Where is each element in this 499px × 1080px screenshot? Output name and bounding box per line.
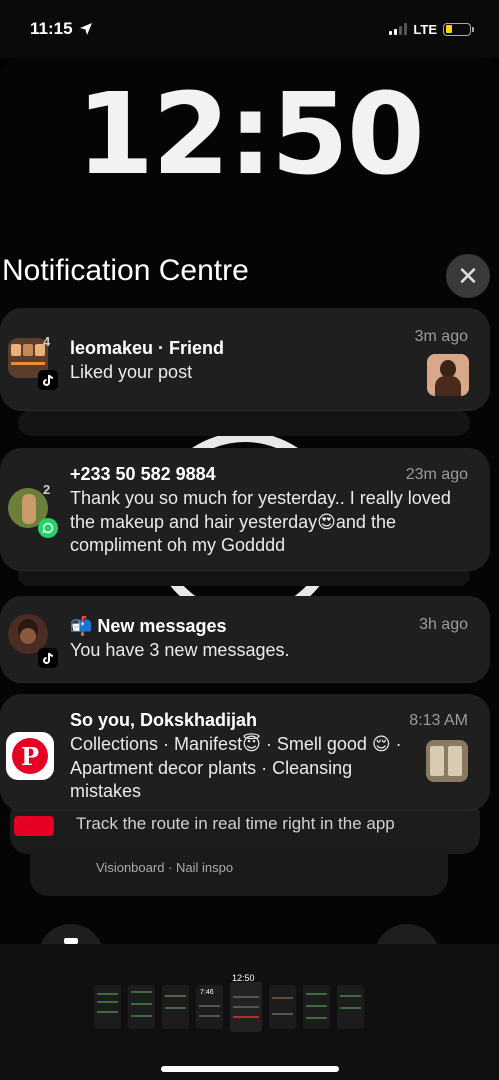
notification-card-tiktok[interactable]: 4 leomakeu · Friend Liked your post 3m a… xyxy=(0,308,490,410)
lock-screen: 12:50 Notification Centre ✕ 4 leomakeu ·… xyxy=(0,58,499,944)
location-arrow-icon xyxy=(79,23,92,35)
notification-body: Liked your post xyxy=(70,362,193,382)
notification-title: 📬 New messages xyxy=(70,616,227,636)
notification-body: Collections · Manifest😇 · Smell good 😌 ·… xyxy=(70,734,402,801)
signal-icon xyxy=(389,23,408,35)
screenshot-thumbnail[interactable] xyxy=(162,985,189,1029)
clear-notifications-button[interactable]: ✕ xyxy=(446,254,490,298)
status-indicators: LTE xyxy=(389,21,474,37)
pin-thumbnail xyxy=(426,740,468,782)
tiktok-icon xyxy=(38,370,58,390)
flashlight-button[interactable] xyxy=(38,924,104,944)
notification-card-pinterest[interactable]: P So you, Dokskhadijah Collections · Man… xyxy=(0,694,490,810)
notification-body: You have 3 new messages. xyxy=(70,640,290,660)
notification-time: 3m ago xyxy=(414,328,468,345)
stack-shadow xyxy=(18,410,470,436)
thumbnail-strip: 7:46 xyxy=(94,982,364,1032)
screenshot-thumbnail[interactable] xyxy=(269,985,296,1029)
status-bar: 11:15 LTE xyxy=(0,0,499,58)
camera-button[interactable] xyxy=(374,924,440,944)
screenshot-thumbnail[interactable]: 7:46 xyxy=(196,985,223,1029)
battery-icon xyxy=(443,22,474,36)
status-time: 11:15 xyxy=(30,19,93,39)
screenshot-thumbnail[interactable] xyxy=(94,985,121,1029)
whatsapp-icon xyxy=(38,518,58,538)
pinterest-icon: P xyxy=(6,732,54,780)
notification-time: 3h ago xyxy=(419,616,468,633)
home-indicator[interactable] xyxy=(161,1066,339,1072)
screenshot-tray: 12:50 7:46 xyxy=(0,944,499,1080)
network-label: LTE xyxy=(413,21,437,37)
notification-card-tiktok-messages[interactable]: 📬 New messages You have 3 new messages. … xyxy=(0,596,490,682)
tiktok-icon xyxy=(38,648,58,668)
stacked-text-1: Track the route in real time right in th… xyxy=(76,814,395,833)
notification-time: 8:13 AM xyxy=(409,712,468,729)
notification-count-badge: 2 xyxy=(43,482,51,497)
notification-title: +233 50 582 9884 xyxy=(70,464,216,484)
close-icon: ✕ xyxy=(457,260,479,291)
app-icon-red xyxy=(14,816,54,836)
post-thumbnail xyxy=(427,354,469,396)
status-time-text: 11:15 xyxy=(30,19,73,38)
stacked-text-2: Visionboard · Nail inspo xyxy=(96,860,234,875)
notification-card-whatsapp[interactable]: 2 +233 50 582 9884 Thank you so much for… xyxy=(0,448,490,570)
screenshot-thumbnail[interactable] xyxy=(303,985,330,1029)
notification-count-badge: 4 xyxy=(43,334,51,349)
lock-clock: 12:50 xyxy=(76,70,425,200)
notification-title: So you, Dokskhadijah xyxy=(70,710,258,730)
notification-title: leomakeu · Friend xyxy=(70,338,225,358)
notification-body: Thank you so much for yesterday.. I real… xyxy=(70,488,451,555)
notification-time: 23m ago xyxy=(405,466,468,483)
screenshot-thumbnail[interactable] xyxy=(337,985,364,1029)
screenshot-thumbnail[interactable] xyxy=(128,985,155,1029)
notification-centre-title: Notification Centre xyxy=(2,254,249,287)
screenshot-thumbnail-active[interactable] xyxy=(230,982,262,1032)
thumbnail-time: 7:46 xyxy=(200,989,214,996)
